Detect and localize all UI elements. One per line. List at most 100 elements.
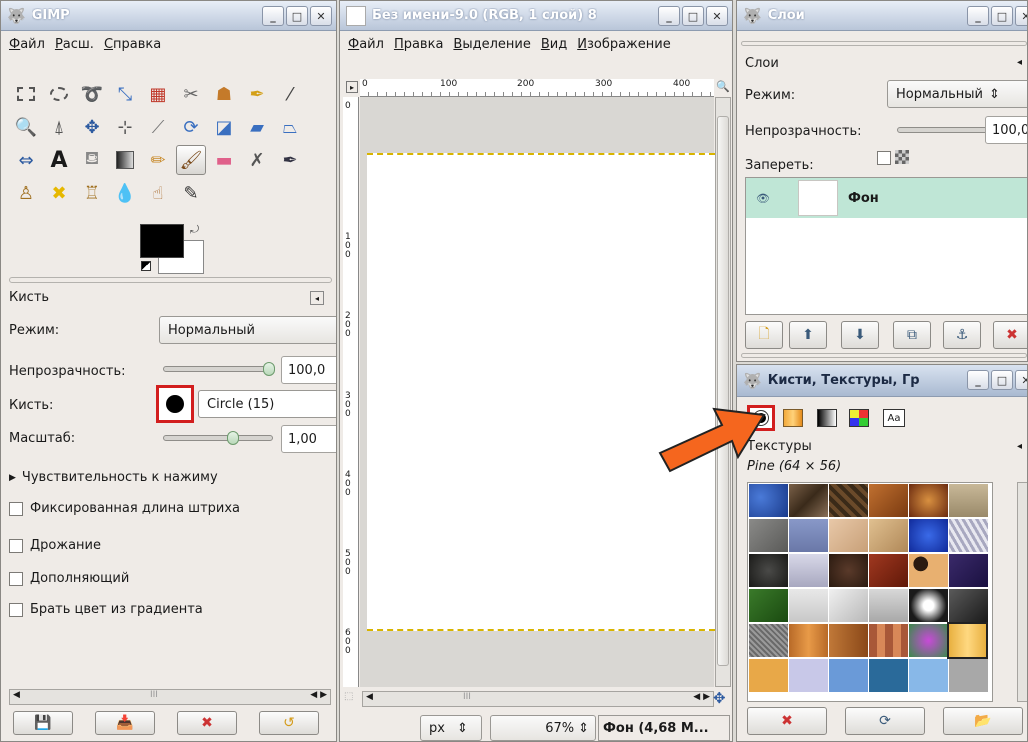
bucket-fill-tool-icon[interactable]: ⛾ — [79, 147, 105, 173]
pattern-tile[interactable] — [829, 659, 868, 692]
brush-name-field[interactable]: Circle (15) — [198, 390, 336, 418]
scroll-left-icon[interactable]: ◀ — [366, 692, 373, 702]
pattern-tile[interactable] — [829, 484, 868, 517]
minimize-button[interactable]: _ — [262, 6, 284, 26]
pattern-tile[interactable] — [869, 589, 908, 622]
navigate-icon[interactable]: ✥ — [713, 689, 726, 707]
perspective-tool-icon[interactable]: ⏢ — [277, 114, 303, 140]
maximize-button[interactable]: □ — [286, 6, 308, 26]
pattern-tile[interactable] — [789, 554, 828, 587]
menu-edit[interactable]: Правка — [394, 37, 443, 52]
smudge-tool-icon[interactable]: ☝ — [145, 180, 171, 206]
lock-alpha-checkbox[interactable] — [877, 151, 891, 165]
scale-spinbox[interactable]: 1,00 — [281, 425, 336, 453]
swap-colors-icon[interactable]: ⤾ — [190, 223, 199, 237]
fg-color-swatch[interactable] — [140, 224, 184, 258]
menu-select[interactable]: Выделение — [453, 37, 530, 52]
scroll-right-icon[interactable]: ◀ ▶ — [310, 690, 327, 700]
canvas-area[interactable] — [360, 97, 715, 687]
scale-slider-track[interactable] — [163, 435, 273, 441]
zoom-dropdown[interactable]: 67% ⇕ — [490, 715, 596, 741]
heal-tool-icon[interactable]: ✖ — [46, 180, 72, 206]
pattern-tile[interactable] — [749, 589, 788, 622]
pattern-tile[interactable] — [909, 589, 948, 622]
scissors-tool-icon[interactable]: ✂ — [178, 81, 204, 107]
lasso-tool-icon[interactable]: ➰ — [79, 81, 105, 107]
reset-options-button[interactable]: ↺ — [259, 711, 319, 735]
image-titlebar[interactable]: Без имени-9.0 (RGB, 1 слой) 8 _ □ ✕ — [340, 1, 732, 31]
opacity-slider-track[interactable] — [163, 366, 273, 372]
pattern-tile[interactable] — [749, 554, 788, 587]
pattern-tile[interactable] — [829, 589, 868, 622]
menu-file[interactable]: Файл — [9, 37, 45, 52]
pattern-tile[interactable] — [789, 589, 828, 622]
pattern-tile[interactable] — [749, 484, 788, 517]
scale-tool-icon[interactable]: ◪ — [211, 114, 237, 140]
paintbrush-tool-icon[interactable]: 🖌 — [176, 145, 206, 175]
new-layer-button[interactable]: 🗋 — [745, 321, 783, 349]
panel-menu-icon[interactable]: ◂ — [1017, 441, 1022, 452]
color-picker-tool-icon[interactable]: ⁄ — [277, 81, 303, 107]
pattern-tile[interactable] — [749, 519, 788, 552]
brushes-titlebar[interactable]: 🐺 Кисти, Текстуры, Гр _ □ ✕ — [737, 365, 1027, 397]
pencil-tool-icon[interactable]: ✏ — [145, 147, 171, 173]
layers-opacity-track[interactable] — [897, 127, 989, 133]
pattern-tile[interactable] — [909, 484, 948, 517]
tab-palettes[interactable] — [849, 409, 869, 427]
pattern-tile[interactable] — [949, 659, 988, 692]
scale-slider-knob[interactable] — [227, 431, 239, 445]
pattern-tile[interactable] — [909, 624, 948, 657]
pattern-tile[interactable] — [789, 484, 828, 517]
pattern-tile[interactable] — [869, 554, 908, 587]
ink-tool-icon[interactable]: ✒ — [277, 147, 303, 173]
tab-patterns[interactable] — [783, 409, 803, 427]
pattern-tile[interactable] — [789, 519, 828, 552]
menu-extensions[interactable]: Расш. — [55, 37, 94, 52]
panel-menu-icon[interactable]: ◂ — [1017, 57, 1022, 68]
perspective-clone-tool-icon[interactable]: ♖ — [79, 180, 105, 206]
delete-options-button[interactable]: ✖ — [177, 711, 237, 735]
color-select-tool-icon[interactable]: ▦ — [145, 81, 171, 107]
dodge-burn-tool-icon[interactable]: ✎ — [178, 180, 204, 206]
menu-file[interactable]: Файл — [348, 37, 384, 52]
tab-fonts[interactable]: Aa — [883, 409, 905, 427]
checkbox[interactable] — [9, 501, 23, 516]
pattern-tile[interactable] — [829, 624, 868, 657]
pattern-tile[interactable] — [749, 624, 788, 657]
brush-preview-button[interactable] — [156, 385, 194, 423]
blur-tool-icon[interactable]: 💧 — [112, 180, 138, 206]
close-button[interactable]: ✕ — [1015, 6, 1027, 26]
crop-tool-icon[interactable]: ⟋ — [145, 114, 171, 140]
pattern-tile[interactable] — [949, 589, 988, 622]
raise-layer-button[interactable]: ⬆ — [789, 321, 827, 349]
layers-opacity-spinbox[interactable]: 100,0 — [985, 116, 1027, 144]
scroll-right-icon[interactable]: ◀ ▶ — [693, 692, 710, 702]
clone-tool-icon[interactable]: ♙ — [13, 180, 39, 206]
pattern-tile[interactable] — [749, 659, 788, 692]
vscroll-thumb[interactable] — [717, 116, 729, 666]
move-tool-icon[interactable]: ✥ — [79, 114, 105, 140]
mode-dropdown[interactable]: Нормальный — [159, 316, 336, 344]
ellipse-select-tool-icon[interactable] — [46, 81, 72, 107]
pattern-tile[interactable] — [829, 554, 868, 587]
tool-options-menu-icon[interactable]: ◂ — [310, 291, 324, 305]
pattern-tile[interactable] — [789, 659, 828, 692]
ruler-menu-icon[interactable]: ▸ — [346, 81, 358, 93]
close-button[interactable]: ✕ — [1015, 370, 1027, 390]
option-gradient-color[interactable]: Брать цвет из градиента — [9, 602, 203, 617]
option-fixed-length[interactable]: Фиксированная длина штриха — [9, 501, 240, 516]
patterns-vscrollbar[interactable] — [1017, 482, 1027, 702]
delete-layer-button[interactable]: ✖ — [993, 321, 1027, 349]
align-tool-icon[interactable]: ⊹ — [112, 114, 138, 140]
pattern-tile[interactable] — [869, 484, 908, 517]
minimize-button[interactable]: _ — [967, 6, 989, 26]
toolbox-titlebar[interactable]: 🐺 GIMP _ □ ✕ — [1, 1, 336, 31]
minimize-button[interactable]: _ — [658, 6, 680, 26]
opacity-spinbox[interactable]: 100,0 — [281, 356, 336, 384]
pattern-tile[interactable] — [949, 484, 988, 517]
pattern-tile[interactable] — [909, 659, 948, 692]
default-colors-icon[interactable] — [141, 261, 151, 271]
menu-view[interactable]: Вид — [541, 37, 567, 52]
close-button[interactable]: ✕ — [706, 6, 728, 26]
pressure-expander[interactable]: ▶ Чувствительность к нажиму — [9, 470, 218, 485]
